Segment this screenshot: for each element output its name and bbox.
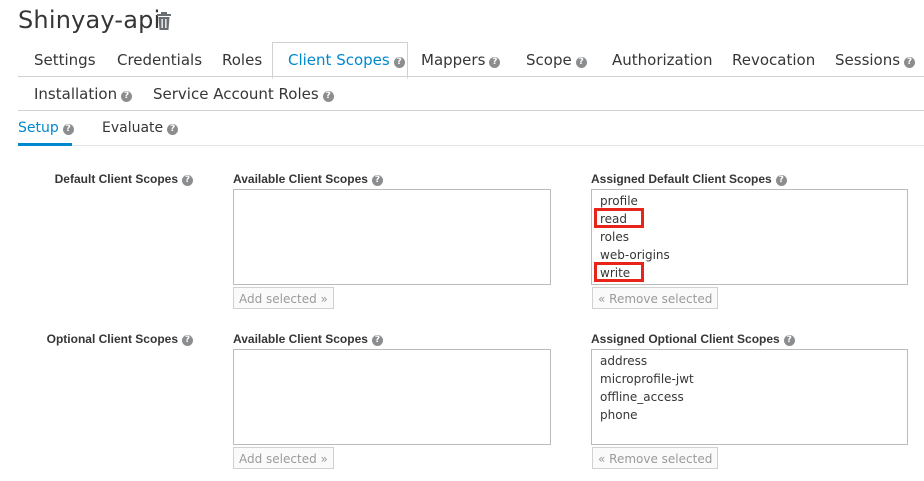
help-icon: ? [167,124,179,135]
optional-scopes-label: Optional Client Scopes? [47,332,193,346]
tab-installation[interactable]: Installation? [34,85,133,103]
tab-mappers[interactable]: Mappers? [421,51,501,69]
trash-icon[interactable] [155,11,173,31]
subtab-evaluate[interactable]: Evaluate? [102,120,179,136]
list-item[interactable]: address [600,354,647,368]
default-assigned-list[interactable]: profile read roles web-origins write [591,189,908,285]
default-available-list[interactable] [233,189,551,285]
tab-revocation[interactable]: Revocation [732,51,815,69]
help-icon: ? [904,57,916,68]
list-item[interactable]: roles [600,230,629,244]
help-icon: ? [393,57,405,68]
tab-authorization[interactable]: Authorization [612,51,712,69]
subtabs-divider [18,145,924,146]
add-default-button[interactable]: Add selected » [233,287,334,309]
tab-roles[interactable]: Roles [222,51,262,69]
highlight-box [594,262,644,282]
help-icon: ? [322,91,334,102]
help-icon: ? [182,335,193,346]
remove-default-button[interactable]: « Remove selected [592,287,719,309]
highlight-box [594,208,644,228]
optional-available-list[interactable] [233,349,551,445]
tab-client-scopes[interactable]: Client Scopes? [288,51,405,69]
help-icon: ? [775,175,787,186]
active-subtab-indicator [18,143,72,146]
default-available-label: Available Client Scopes? [233,172,383,186]
default-scopes-label: Default Client Scopes? [55,172,193,186]
remove-optional-button[interactable]: « Remove selected [592,447,719,469]
help-icon: ? [371,175,383,186]
help-icon: ? [182,175,193,186]
list-item[interactable]: profile [600,194,638,208]
tab-scope[interactable]: Scope? [526,51,587,69]
add-optional-button[interactable]: Add selected » [233,447,334,469]
subtab-setup[interactable]: Setup? [18,120,74,136]
help-icon: ? [783,335,795,346]
optional-available-label: Available Client Scopes? [233,332,383,346]
list-item[interactable]: web-origins [600,248,670,262]
page-title: Shinyay-api [18,6,161,34]
tab-credentials[interactable]: Credentials [117,51,202,69]
list-item[interactable]: microprofile-jwt [600,372,694,386]
tabs-divider-2 [18,110,924,111]
tab-sessions[interactable]: Sessions? [835,51,916,69]
tab-settings[interactable]: Settings [34,51,96,69]
default-assigned-label: Assigned Default Client Scopes? [591,172,787,186]
help-icon: ? [575,57,587,68]
help-icon: ? [121,91,133,102]
optional-assigned-label: Assigned Optional Client Scopes? [591,332,795,346]
help-icon: ? [62,124,74,135]
help-icon: ? [371,335,383,346]
list-item[interactable]: offline_access [600,390,684,404]
list-item[interactable]: phone [600,408,638,422]
tab-service-account-roles[interactable]: Service Account Roles? [153,85,334,103]
tabs-divider [18,76,924,77]
optional-assigned-list[interactable]: address microprofile-jwt offline_access … [591,349,908,445]
help-icon: ? [489,57,501,68]
